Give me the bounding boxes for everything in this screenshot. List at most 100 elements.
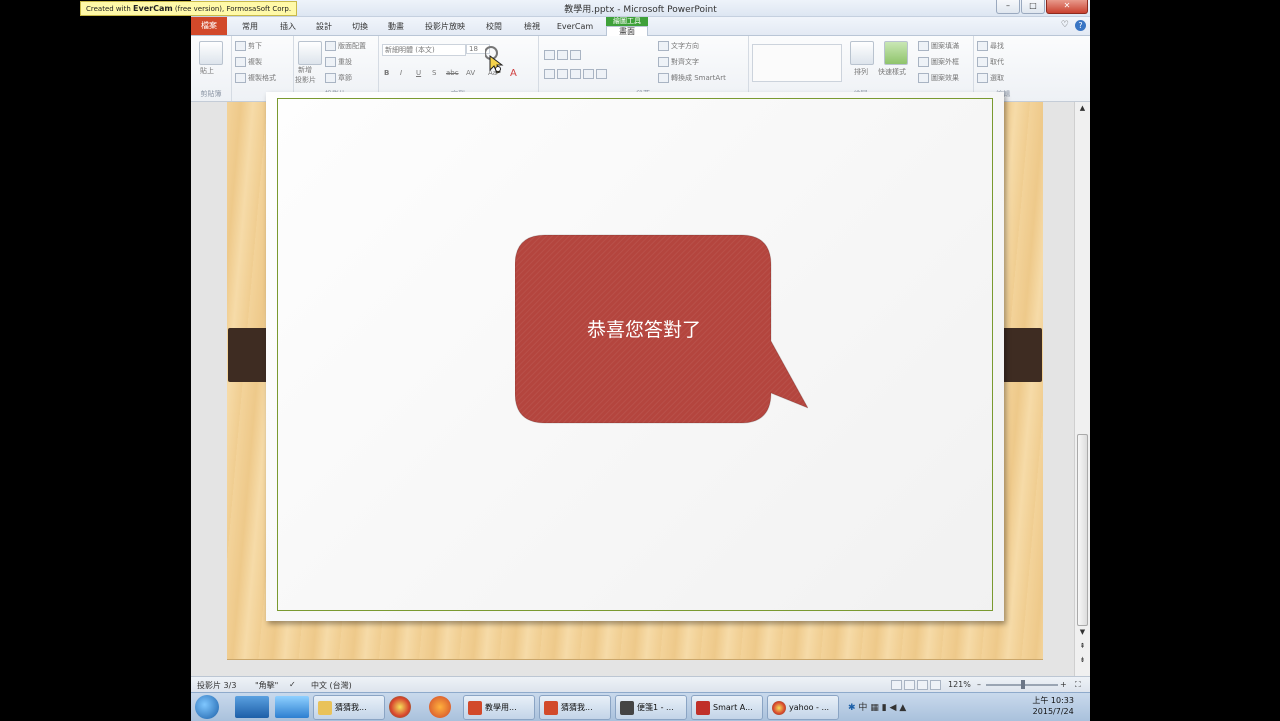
scrollbar-thumb[interactable] (1077, 434, 1088, 626)
title-bar: 教學用.pptx - Microsoft PowerPoint – □ ✕ (191, 0, 1090, 17)
clock-date: 2015/7/24 (1032, 707, 1074, 716)
align-text-button[interactable]: 對齊文字 (658, 57, 699, 67)
text-direction-button[interactable]: 文字方向 (658, 41, 699, 51)
zoom-out-button[interactable]: – (977, 680, 981, 689)
view-buttons[interactable] (891, 680, 943, 690)
taskbar-button-notes[interactable]: 便箋1 - ... (615, 695, 687, 720)
language-indicator[interactable]: 中文 (台灣) (311, 680, 352, 691)
quick-styles-button[interactable]: 快速樣式 (878, 67, 906, 77)
tab-insert[interactable]: 插入 (273, 19, 303, 34)
ime-icon[interactable]: ✱ (848, 703, 856, 713)
scroll-down-icon[interactable]: ▼ (1075, 628, 1090, 636)
tab-home[interactable]: 常用 (235, 19, 265, 34)
bubble-text[interactable]: 恭喜您答對了 (515, 315, 773, 342)
internet-explorer-icon[interactable] (275, 696, 309, 718)
taskbar-button-ppt-1[interactable]: 教學用... (463, 695, 535, 720)
quick-styles-icon[interactable] (884, 41, 908, 65)
prev-slide-icon[interactable]: ⇞ (1075, 642, 1090, 650)
reset-button[interactable]: 重設 (325, 57, 352, 67)
bold-button[interactable]: B (384, 69, 389, 77)
taskbar-button-ppt-2[interactable]: 猜猜我... (539, 695, 611, 720)
layout-button[interactable]: 版面配置 (325, 41, 366, 51)
theme-name: "角擊" (255, 681, 279, 690)
network-icon[interactable]: ▮ (882, 703, 887, 713)
collapse-ribbon-icon[interactable]: ♡ (1061, 20, 1069, 31)
format-painter-button[interactable]: 複製格式 (235, 73, 276, 83)
normal-view-icon[interactable] (891, 680, 902, 690)
slide-counter: 投影片 3/3 (197, 681, 237, 690)
vertical-scrollbar[interactable]: ▲ ▼ ⇞ ⇟ (1074, 102, 1090, 676)
tray-icons[interactable]: ✱ 中 ▦ ▮ ◀ ▲ (848, 700, 906, 713)
slideshow-view-icon[interactable] (930, 680, 941, 690)
chrome-icon[interactable] (389, 696, 411, 718)
maximize-button[interactable]: □ (1021, 0, 1045, 14)
new-slide-label-2[interactable]: 投影片 (295, 75, 316, 85)
fit-slide-icon[interactable]: ⛶ (1075, 680, 1081, 690)
char-spacing-button[interactable]: AV (466, 69, 475, 77)
underline-button[interactable]: U (416, 69, 421, 77)
keyboard-icon[interactable]: ▦ (870, 703, 879, 713)
align-buttons[interactable] (544, 69, 609, 79)
taskbar-button-smart[interactable]: Smart A... (691, 695, 763, 720)
bullets-button[interactable] (544, 50, 583, 60)
section-button[interactable]: 章節 (325, 73, 352, 83)
start-button[interactable] (195, 695, 219, 719)
media-player-icon[interactable] (235, 696, 269, 718)
taskbar-button-folder[interactable]: 猜猜我... (313, 695, 385, 720)
align-right-icon (570, 69, 581, 79)
paste-icon[interactable] (199, 41, 223, 65)
close-button[interactable]: ✕ (1046, 0, 1088, 14)
italic-button[interactable]: I (400, 69, 402, 77)
system-tray: ✱ 中 ▦ ▮ ◀ ▲ 上午 10:33 2015/7/24 (844, 693, 1090, 721)
font-name-select[interactable]: 新細明體 (本文) (382, 44, 466, 56)
indent-icon (570, 50, 581, 60)
ime-language[interactable]: 中 (858, 703, 867, 713)
tab-slideshow[interactable]: 投影片放映 (419, 19, 471, 34)
select-button[interactable]: 選取 (977, 73, 1004, 83)
arrange-button[interactable]: 排列 (854, 67, 868, 77)
tab-design[interactable]: 設計 (309, 19, 339, 34)
zoom-slider-thumb[interactable] (1021, 680, 1026, 689)
taskbar-button-chrome[interactable]: yahoo - ... (767, 695, 839, 720)
arrange-icon[interactable] (850, 41, 874, 65)
copy-button[interactable]: 複製 (235, 57, 262, 67)
next-slide-icon[interactable]: ⇟ (1075, 656, 1090, 664)
tab-review[interactable]: 校閱 (479, 19, 509, 34)
speech-bubble-shape[interactable]: 恭喜您答對了 (514, 233, 810, 425)
font-color-button[interactable]: A (510, 68, 517, 79)
tab-evercam[interactable]: EverCam (553, 19, 597, 34)
paste-button[interactable]: 貼上 (200, 66, 214, 76)
zoom-level[interactable]: 121% (948, 680, 971, 689)
cut-button[interactable]: 剪下 (235, 41, 262, 51)
find-button[interactable]: 尋找 (977, 41, 1004, 51)
tab-animations[interactable]: 動畫 (381, 19, 411, 34)
firefox-icon[interactable] (429, 696, 451, 718)
tab-file[interactable]: 檔案 (191, 17, 227, 35)
smartart-button[interactable]: 轉換成 SmartArt (658, 73, 726, 83)
new-slide-label[interactable]: 新增 (298, 65, 312, 75)
reading-view-icon[interactable] (917, 680, 928, 690)
tab-format[interactable]: 畫面 (606, 26, 648, 36)
replace-button[interactable]: 取代 (977, 57, 1004, 67)
clock[interactable]: 上午 10:33 2015/7/24 (1032, 695, 1074, 717)
new-slide-icon[interactable] (298, 41, 322, 65)
spellcheck-icon[interactable]: ✓ (289, 680, 296, 689)
slide-canvas[interactable]: 恭喜您答對了 (227, 92, 1043, 660)
help-icon[interactable]: ? (1075, 20, 1086, 31)
tab-view[interactable]: 檢視 (517, 19, 547, 34)
evercam-watermark: Created with EverCam (free version), For… (80, 1, 298, 16)
shape-effects-button[interactable]: 圖案效果 (918, 73, 959, 83)
shape-outline-button[interactable]: 圖案外框 (918, 57, 959, 67)
shapes-gallery[interactable] (752, 44, 842, 82)
shape-fill-button[interactable]: 圖案填滿 (918, 41, 959, 51)
slide-sorter-icon[interactable] (904, 680, 915, 690)
volume-icon[interactable]: ◀ (890, 703, 897, 713)
zoom-in-button[interactable]: + (1060, 680, 1067, 689)
binoculars-icon (977, 41, 988, 51)
strikethrough-button[interactable]: abc (446, 69, 459, 77)
shadow-button[interactable]: S (432, 69, 436, 77)
scroll-up-icon[interactable]: ▲ (1075, 104, 1090, 112)
tab-transitions[interactable]: 切換 (345, 19, 375, 34)
show-hidden-icons[interactable]: ▲ (899, 703, 906, 713)
minimize-button[interactable]: – (996, 0, 1020, 14)
